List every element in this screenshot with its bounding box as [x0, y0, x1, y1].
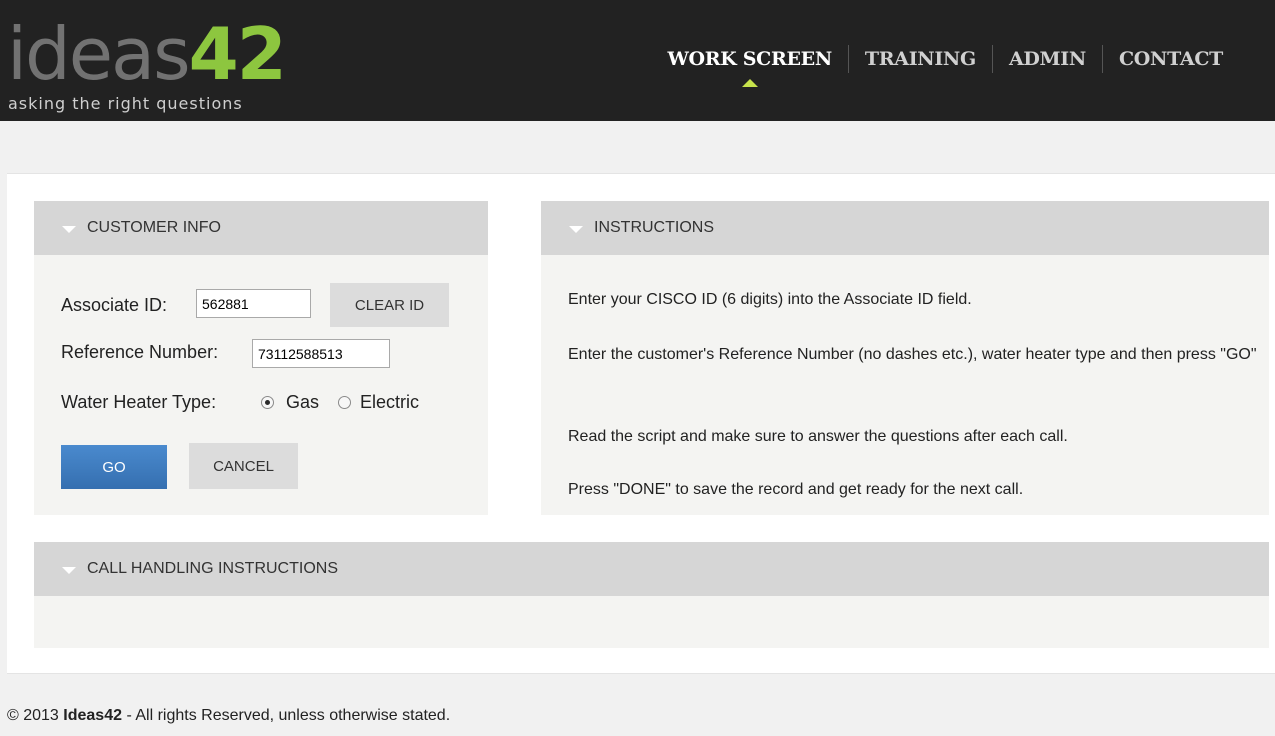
collapse-triangle-icon	[569, 225, 583, 233]
instructions-header[interactable]: INSTRUCTIONS	[541, 201, 1269, 255]
associate-id-label: Associate ID:	[61, 295, 168, 315]
electric-radio[interactable]	[338, 396, 351, 409]
ideas42-logo[interactable]: ideas42 asking the right questions	[7, 14, 307, 114]
electric-label: Electric	[360, 392, 420, 412]
go-button[interactable]: GO	[61, 445, 167, 489]
instruction-line: Read the script and make sure to answer …	[568, 428, 1068, 445]
instructions-panel: INSTRUCTIONS Enter your CISCO ID (6 digi…	[541, 201, 1269, 515]
call-handling-title: CALL HANDLING INSTRUCTIONS	[87, 560, 338, 577]
collapse-triangle-icon	[62, 225, 76, 233]
instruction-line: Enter the customer's Reference Number (n…	[568, 346, 1257, 363]
customer-info-title: CUSTOMER INFO	[87, 219, 221, 236]
collapse-triangle-icon	[62, 566, 76, 574]
logo-tagline: asking the right questions	[8, 94, 243, 113]
reference-number-input[interactable]	[252, 339, 390, 368]
water-heater-type-label: Water Heater Type:	[61, 392, 217, 412]
logo-word: ideas	[7, 12, 191, 96]
footer-brand[interactable]: Ideas42	[63, 707, 122, 724]
reference-number-label: Reference Number:	[61, 342, 219, 362]
nav-work-screen-label: WORK SCREEN	[667, 48, 832, 70]
nav-training[interactable]: TRAINING	[849, 48, 992, 70]
customer-info-panel: CUSTOMER INFO Associate ID: CLEAR ID Ref…	[34, 201, 488, 515]
footer-suffix: - All rights Reserved, unless otherwise …	[122, 707, 451, 724]
nav-admin[interactable]: ADMIN	[993, 48, 1102, 70]
active-nav-caret-icon	[741, 79, 758, 87]
gas-label: Gas	[286, 392, 320, 412]
logo-number: 42	[188, 12, 287, 96]
footer-prefix: © 2013	[7, 707, 64, 724]
instructions-title: INSTRUCTIONS	[594, 219, 714, 236]
instruction-line: Press "DONE" to save the record and get …	[568, 481, 1024, 498]
cancel-button[interactable]: CANCEL	[189, 443, 298, 489]
main-nav: WORK SCREEN TRAINING ADMIN CONTACT	[651, 44, 1239, 87]
call-handling-header[interactable]: CALL HANDLING INSTRUCTIONS	[34, 542, 1269, 596]
gas-radio[interactable]	[261, 396, 274, 409]
clear-id-button[interactable]: CLEAR ID	[330, 283, 449, 327]
site-header: ideas42 asking the right questions WORK …	[0, 0, 1275, 121]
nav-work-screen[interactable]: WORK SCREEN	[651, 48, 847, 87]
call-handling-panel: CALL HANDLING INSTRUCTIONS	[34, 542, 1269, 648]
instruction-line: Enter your CISCO ID (6 digits) into the …	[568, 291, 972, 308]
logo-wordmark: ideas42	[7, 12, 287, 96]
associate-id-input[interactable]	[196, 289, 311, 318]
customer-info-header[interactable]: CUSTOMER INFO	[34, 201, 488, 255]
footer-copyright: © 2013 Ideas42 - All rights Reserved, un…	[7, 707, 450, 725]
main-content: CUSTOMER INFO Associate ID: CLEAR ID Ref…	[7, 173, 1275, 674]
nav-contact[interactable]: CONTACT	[1103, 48, 1239, 70]
